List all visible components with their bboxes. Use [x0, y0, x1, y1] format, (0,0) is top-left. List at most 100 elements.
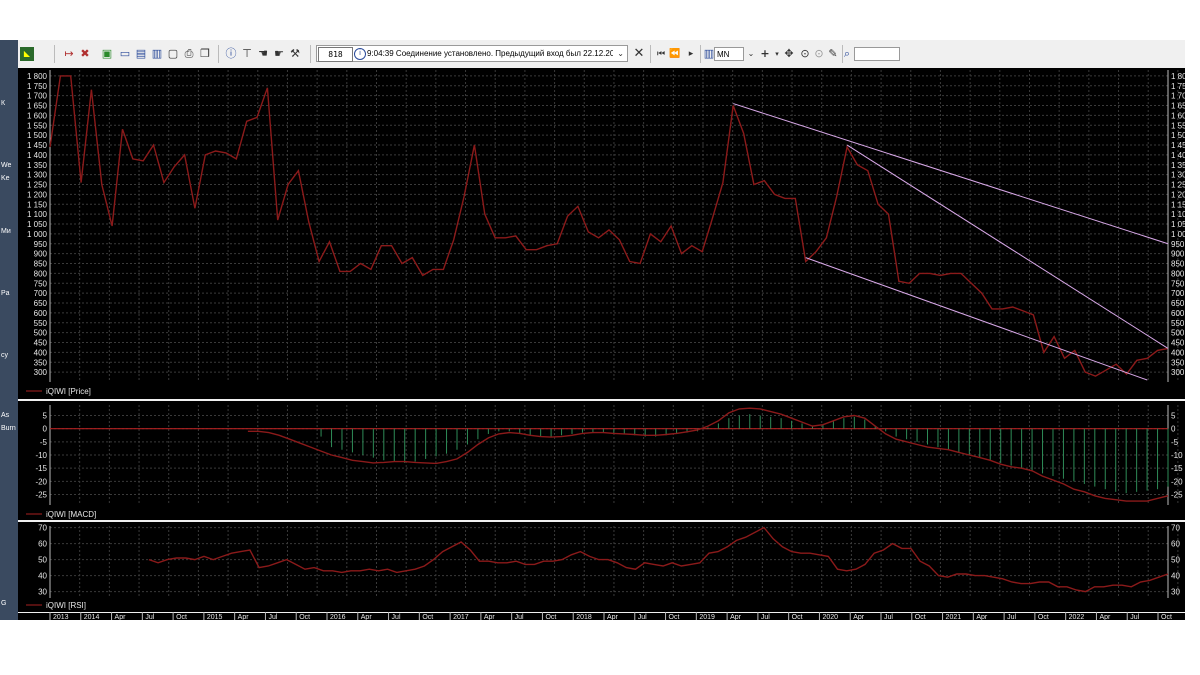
time-tick-label: 2014 — [84, 614, 100, 620]
search-icon[interactable]: ⌕ — [840, 47, 854, 61]
y-tick-label-left: 1 450 — [27, 141, 48, 150]
y-tick-label-left: 900 — [34, 250, 48, 259]
y-tick-label-right: 1 550 — [1171, 121, 1185, 130]
arrow-right-icon[interactable]: ↦ — [62, 47, 76, 61]
time-tick-label: Jul — [145, 614, 154, 620]
y-tick-label-right: 650 — [1171, 299, 1185, 308]
y-tick-label-right: 60 — [1171, 540, 1180, 549]
toolbar-separator — [650, 45, 651, 63]
y-tick-label-left: 1 250 — [27, 181, 48, 190]
y-tick-label-left: 60 — [38, 540, 47, 549]
y-tick-label-right: 1 600 — [1171, 111, 1185, 120]
connection-info-icon: i — [354, 48, 366, 60]
table-icon[interactable]: ▤ — [134, 47, 148, 61]
y-tick-label-right: 5 — [1171, 412, 1176, 421]
y-tick-label-left: 950 — [34, 240, 48, 249]
y-tick-label-left: 1 650 — [27, 102, 48, 111]
timeframe-select[interactable]: MN — [714, 47, 744, 61]
panel-label: iQIWI [MACD] — [46, 510, 96, 519]
y-tick-label-right: -10 — [1171, 451, 1183, 460]
list-icon[interactable]: ▥ — [150, 47, 164, 61]
y-tick-label-right: 1 150 — [1171, 200, 1185, 209]
rewind-icon[interactable]: ⏪ — [668, 47, 682, 61]
y-tick-label-left: -25 — [35, 490, 47, 499]
window-icon[interactable]: ▭ — [118, 47, 132, 61]
y-tick-label-right: 1 000 — [1171, 230, 1185, 239]
gesture-icon[interactable]: ☛ — [272, 47, 286, 61]
clear-icon[interactable]: ✖ — [78, 47, 92, 61]
target-icon[interactable]: ⊙ — [798, 47, 812, 61]
y-tick-label-left: 1 350 — [27, 161, 48, 170]
toolbar-separator — [54, 45, 55, 63]
time-tick-label: Oct — [422, 614, 433, 620]
time-tick-label: 2019 — [699, 614, 715, 620]
close-icon[interactable]: ✕ — [632, 47, 646, 61]
pencil-icon[interactable]: ✎ — [826, 47, 840, 61]
hand-icon[interactable]: ☚ — [256, 47, 270, 61]
target-disabled-icon[interactable]: ⊙ — [812, 47, 826, 61]
chevron-down-icon[interactable]: ⌄ — [744, 47, 758, 61]
time-tick-label: 2022 — [1069, 614, 1085, 620]
connection-status-field[interactable]: 818 i 9:04:39 Соединение установлено. Пр… — [316, 45, 628, 62]
y-tick-label-left: 1 800 — [27, 72, 48, 81]
y-tick-label-right: 950 — [1171, 240, 1185, 249]
y-tick-label-right: 1 250 — [1171, 181, 1185, 190]
desktop-label: We — [1, 162, 12, 169]
y-tick-label-right: 1 700 — [1171, 92, 1185, 101]
info-icon[interactable]: ⓘ — [224, 47, 238, 61]
y-tick-label-left: 1 700 — [27, 92, 48, 101]
tools-icon[interactable]: ⚒ — [288, 47, 302, 61]
connection-code: 818 — [318, 47, 353, 62]
search-input[interactable] — [854, 47, 900, 61]
y-tick-label-right: -25 — [1171, 490, 1183, 499]
y-tick-label-left: -20 — [35, 477, 47, 486]
y-tick-label-left: 1 200 — [27, 190, 48, 199]
y-tick-label-right: 750 — [1171, 279, 1185, 288]
time-tick-label: Jul — [268, 614, 277, 620]
time-tick-label: Apr — [730, 614, 742, 620]
desktop-label: Ke — [1, 175, 10, 182]
y-tick-label-left: 500 — [34, 329, 48, 338]
y-tick-label-right: 550 — [1171, 319, 1185, 328]
time-tick-label: Oct — [299, 614, 310, 620]
y-tick-label-right: 800 — [1171, 269, 1185, 278]
skip-back-icon[interactable]: ⏮ — [654, 47, 668, 61]
y-tick-label-left: 40 — [38, 572, 47, 581]
time-tick-label: Oct — [1038, 614, 1049, 620]
time-tick-label: 2015 — [207, 614, 223, 620]
copy-icon[interactable]: ❐ — [198, 47, 212, 61]
y-tick-label-right: -15 — [1171, 464, 1183, 473]
panel-label: iQIWI [RSI] — [46, 601, 86, 610]
y-tick-label-right: 1 650 — [1171, 102, 1185, 111]
y-tick-label-right: 350 — [1171, 358, 1185, 367]
y-tick-label-right: 1 050 — [1171, 220, 1185, 229]
toolbar: ◣ ↦ ✖ ▣ ▭ ▤ ▥ ▢ ⎙ ❐ ⓘ ⊤ ☚ ☛ ⚒ 818 i 9:04… — [18, 40, 1185, 69]
pin-icon[interactable]: ⊤ — [240, 47, 254, 61]
y-tick-label-right: 300 — [1171, 368, 1185, 377]
print-icon[interactable]: ⎙ — [182, 47, 196, 61]
y-tick-label-right: 600 — [1171, 309, 1185, 318]
y-tick-label-left: 450 — [34, 339, 48, 348]
time-tick-label: Oct — [1161, 614, 1172, 620]
y-tick-label-left: 1 600 — [27, 111, 48, 120]
time-tick-label: Apr — [361, 614, 373, 620]
y-tick-label-right: 500 — [1171, 329, 1185, 338]
y-tick-label-left: 1 500 — [27, 131, 48, 140]
desktop-label: Pa — [1, 290, 10, 297]
y-tick-label-right: 0 — [1171, 425, 1176, 434]
app-logo-icon: ◣ — [20, 47, 34, 61]
y-tick-label-left: 300 — [34, 368, 48, 377]
open-icon[interactable]: ▢ — [166, 47, 180, 61]
time-tick-label: 2021 — [946, 614, 962, 620]
trading-terminal-window: ◣ ↦ ✖ ▣ ▭ ▤ ▥ ▢ ⎙ ❐ ⓘ ⊤ ☚ ☛ ⚒ 818 i 9:04… — [18, 40, 1185, 620]
y-tick-label-left: 700 — [34, 289, 48, 298]
chart-area[interactable]: 300 300350 350400 400450 450500 500550 550600 6… — [18, 68, 1185, 620]
time-tick-label: 2013 — [53, 614, 69, 620]
chevron-down-icon[interactable]: ⌄ — [617, 47, 624, 61]
export-icon[interactable]: ▣ — [100, 47, 114, 61]
move-icon[interactable]: ✥ — [782, 47, 796, 61]
chevron-right-icon[interactable]: ▸ — [684, 47, 698, 61]
time-tick-label: Apr — [1099, 614, 1111, 620]
y-tick-label-left: 850 — [34, 260, 48, 269]
time-tick-label: Jul — [638, 614, 647, 620]
